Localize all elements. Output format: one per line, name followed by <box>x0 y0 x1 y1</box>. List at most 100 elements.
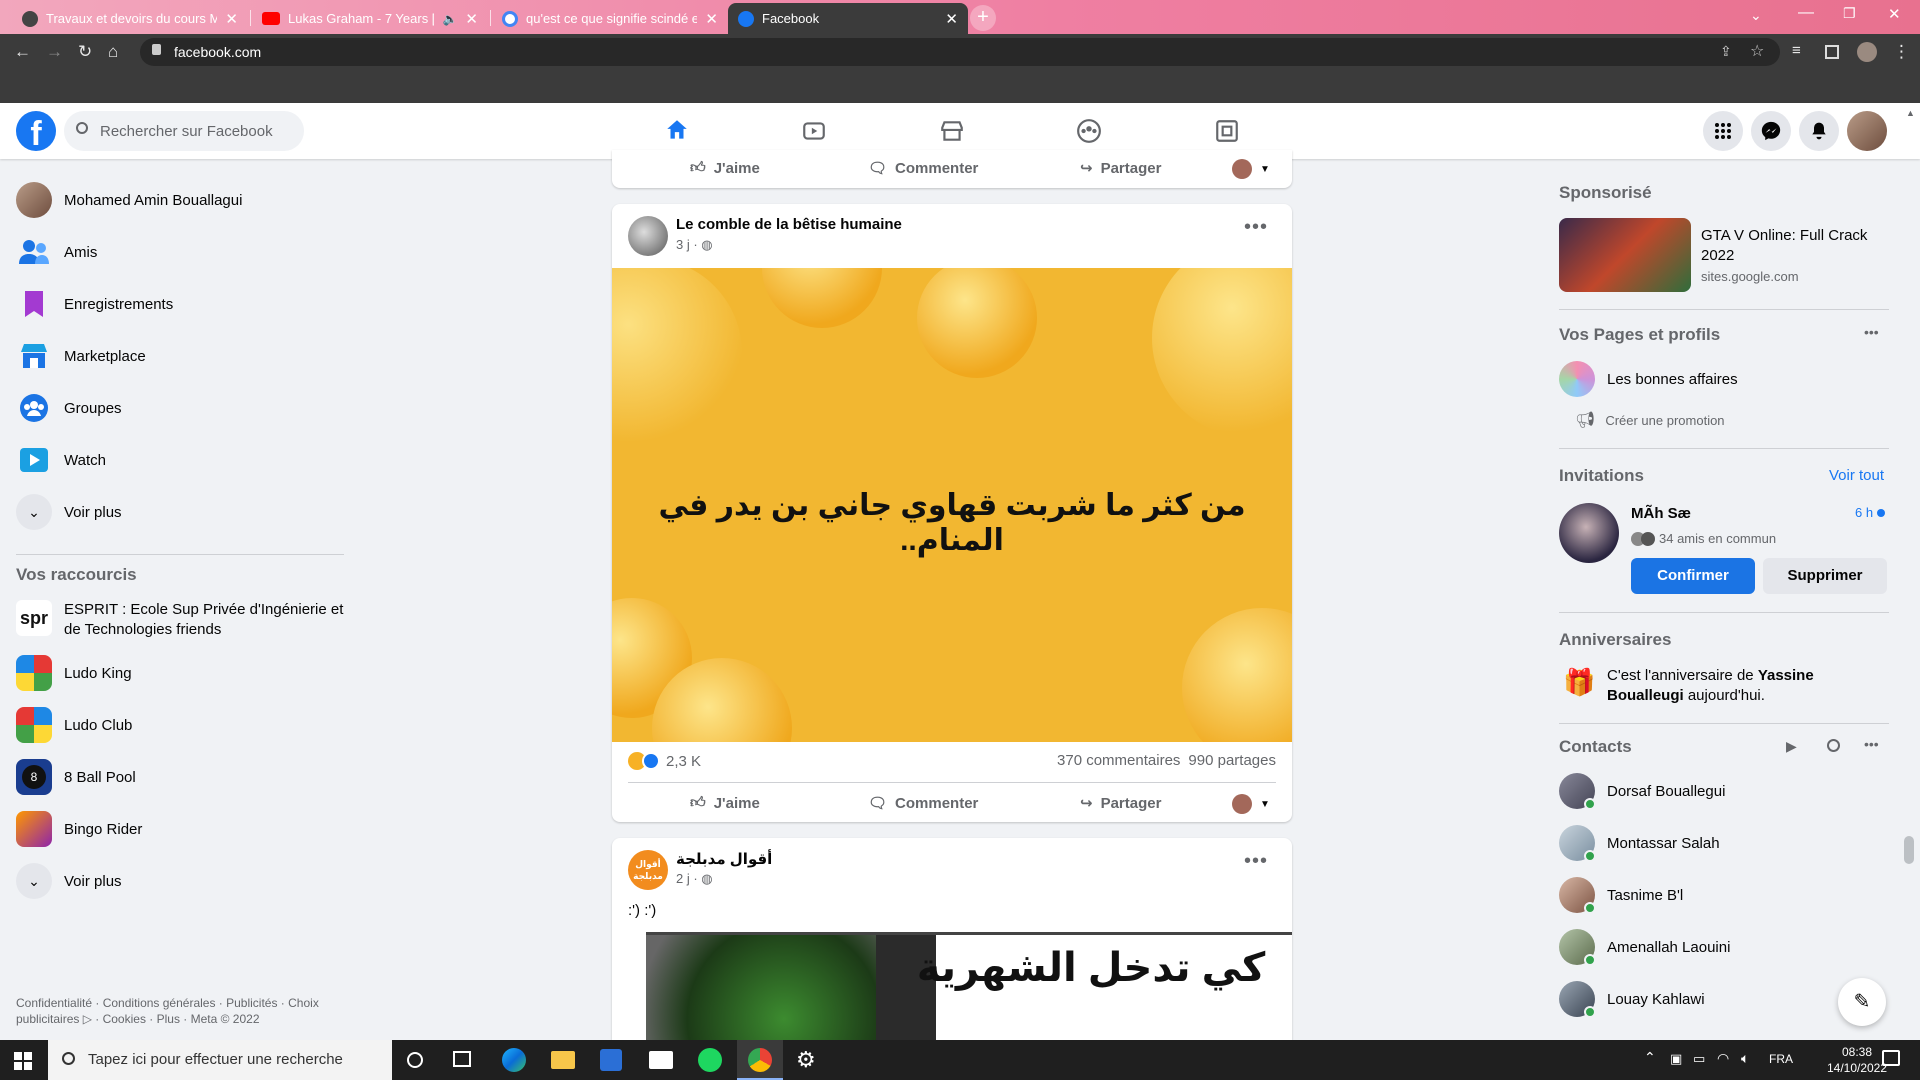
post-options-icon[interactable]: ••• <box>1244 850 1268 873</box>
close-tab-icon[interactable]: ✕ <box>705 10 718 28</box>
lock-icon[interactable] <box>152 44 161 55</box>
pages-options-icon[interactable]: ••• <box>1864 324 1879 340</box>
contact-item[interactable]: Montassar Salah <box>1559 825 1720 862</box>
cortana-icon[interactable] <box>407 1052 423 1068</box>
task-view-icon[interactable] <box>453 1051 471 1067</box>
shortcuts-see-more[interactable]: ⌄ Voir plus <box>16 863 122 899</box>
speaker-icon[interactable]: 🔈 <box>442 12 457 26</box>
home-icon[interactable]: ⌂ <box>108 42 118 62</box>
battery-icon[interactable]: ▭ <box>1693 1051 1705 1067</box>
spotify-icon[interactable] <box>698 1048 722 1072</box>
language-indicator[interactable]: FRA <box>1769 1052 1793 1066</box>
post-image[interactable]: من كثر ما شربت قهاوي جاني بن يدر في المن… <box>612 268 1292 742</box>
sidebar-item-profile[interactable]: Mohamed Amin Bouallagui <box>16 182 242 218</box>
contact-item[interactable]: Tasnime B'l <box>1559 877 1683 914</box>
taskbar-search-box[interactable]: Tapez ici pour effectuer une recherche <box>48 1040 392 1080</box>
store-icon[interactable] <box>600 1049 622 1071</box>
reading-list-icon[interactable]: ≡ <box>1792 42 1801 59</box>
messenger-button[interactable] <box>1751 111 1791 151</box>
post-time[interactable]: 2 j · <box>676 871 698 886</box>
scroll-up-arrow[interactable]: ▲ <box>1906 108 1915 118</box>
volume-icon[interactable]: 🔈︎ <box>1741 1050 1749 1067</box>
share-icon[interactable]: ⇪ <box>1720 43 1732 60</box>
audience-selector[interactable]: ▼ <box>1232 794 1270 814</box>
account-avatar[interactable] <box>1847 111 1887 151</box>
shortcut-esprit[interactable]: spr ESPRIT : Ecole Sup Privée d'Ingénier… <box>16 600 354 640</box>
sidebar-item-watch[interactable]: Watch <box>16 442 106 478</box>
page-item[interactable]: Les bonnes affaires <box>1559 361 1738 397</box>
sponsored-ad[interactable]: GTA V Online: Full Crack 2022 sites.goog… <box>1559 218 1889 294</box>
search-input[interactable]: Rechercher sur Facebook <box>64 111 304 151</box>
confirm-button[interactable]: Confirmer <box>1631 558 1755 594</box>
browser-tab-active[interactable]: Facebook ✕ <box>728 3 968 34</box>
share-button[interactable]: ↪ Partager <box>1080 159 1161 178</box>
search-contacts-icon[interactable] <box>1827 739 1840 752</box>
scrollbar-thumb[interactable] <box>1904 836 1914 864</box>
tray-icon[interactable]: ▣ <box>1670 1051 1682 1067</box>
create-promotion-button[interactable]: 📢︎ Créer une promotion <box>1575 410 1725 430</box>
profile-avatar[interactable] <box>1857 42 1877 62</box>
file-explorer-icon[interactable] <box>551 1051 575 1069</box>
close-window-icon[interactable]: ✕ <box>1888 5 1901 23</box>
post-time[interactable]: 3 j · <box>676 237 698 252</box>
minimize-icon[interactable]: — <box>1798 4 1814 22</box>
facebook-logo[interactable]: f <box>16 111 56 151</box>
browser-tab-3[interactable]: qu'est ce que signifie scindé en r ✕ <box>492 3 728 34</box>
browser-tab-1[interactable]: Travaux et devoirs du cours MB3 ✕ <box>12 3 248 34</box>
close-tab-icon[interactable]: ✕ <box>945 10 958 28</box>
inviter-name[interactable]: MÃh Sæ <box>1631 505 1691 522</box>
address-bar[interactable]: facebook.com ⇪ ☆ <box>140 38 1780 66</box>
comment-button[interactable]: 🗨︎ Commenter <box>868 794 978 813</box>
post-image[interactable]: كي تدخل الشهرية <box>646 932 1292 1040</box>
sidebar-item-saved[interactable]: Enregistrements <box>16 286 173 322</box>
windows-start-icon[interactable] <box>14 1052 32 1070</box>
bookmark-star-icon[interactable]: ☆ <box>1750 41 1764 61</box>
settings-gear-icon[interactable]: ⚙ <box>796 1047 816 1073</box>
sidebar-item-marketplace[interactable]: Marketplace <box>16 338 146 374</box>
page-avatar[interactable] <box>628 216 668 256</box>
shortcut-ludo-king[interactable]: Ludo King <box>16 655 132 691</box>
see-all-link[interactable]: Voir tout <box>1829 467 1884 484</box>
notification-center-icon[interactable] <box>1882 1050 1900 1066</box>
share-count[interactable]: 990 partages <box>1188 752 1276 769</box>
comment-count[interactable]: 370 commentaires <box>1057 752 1180 769</box>
post-options-icon[interactable]: ••• <box>1244 216 1268 239</box>
browser-tab-2[interactable]: Lukas Graham - 7 Years [Offi 🔈 ✕ <box>252 3 488 34</box>
like-button[interactable]: 👍︎ J'aime <box>690 794 760 812</box>
like-button[interactable]: 👍︎ J'aime <box>690 159 760 177</box>
menu-button[interactable] <box>1703 111 1743 151</box>
menu-dots-icon[interactable]: ⋮ <box>1893 42 1910 62</box>
forward-icon[interactable]: → <box>46 42 63 62</box>
mutual-friends[interactable]: 34 amis en commun <box>1631 531 1776 546</box>
share-button[interactable]: ↪ Partager <box>1080 794 1161 813</box>
contact-item[interactable]: Dorsaf Bouallegui <box>1559 773 1725 810</box>
side-panel-icon[interactable] <box>1825 45 1839 59</box>
contact-item[interactable]: Louay Kahlawi <box>1559 981 1705 1018</box>
notifications-button[interactable] <box>1799 111 1839 151</box>
new-message-button[interactable]: ✎ <box>1838 978 1886 1026</box>
video-call-icon[interactable]: ▶︎ <box>1786 738 1797 755</box>
shortcut-bingo-rider[interactable]: Bingo Rider <box>16 811 142 847</box>
sidebar-item-groups[interactable]: Groupes <box>16 390 122 426</box>
shortcut-8-ball-pool[interactable]: 8 8 Ball Pool <box>16 759 136 795</box>
reload-icon[interactable]: ↻ <box>78 42 92 62</box>
birthday-text[interactable]: C'est l'anniversaire de Yassine Boualleu… <box>1607 666 1887 706</box>
reaction-summary[interactable]: 2,3 K <box>628 752 701 770</box>
restore-icon[interactable]: ❐ <box>1843 5 1856 22</box>
post-author[interactable]: أقوال مدبلجة <box>676 850 772 868</box>
tab-search-icon[interactable]: ⌄ <box>1750 7 1762 24</box>
edge-icon[interactable] <box>502 1048 526 1072</box>
mail-icon[interactable] <box>649 1051 673 1069</box>
taskbar-chrome-active[interactable] <box>737 1040 783 1080</box>
contact-item[interactable]: Amenallah Laouini <box>1559 929 1730 966</box>
footer-links[interactable]: Confidentialité · Conditions générales ·… <box>16 995 346 1027</box>
sidebar-item-friends[interactable]: Amis <box>16 234 97 270</box>
contacts-options-icon[interactable]: ••• <box>1864 736 1879 752</box>
page-avatar[interactable]: أقوال مدبلجة <box>628 850 668 890</box>
new-tab-button[interactable]: + <box>970 5 996 31</box>
show-hidden-icons[interactable]: ⌃ <box>1644 1049 1656 1066</box>
back-icon[interactable]: ← <box>14 42 31 62</box>
delete-button[interactable]: Supprimer <box>1763 558 1887 594</box>
close-tab-icon[interactable]: ✕ <box>225 10 238 28</box>
post-author[interactable]: Le comble de la bêtise humaine <box>676 216 902 233</box>
